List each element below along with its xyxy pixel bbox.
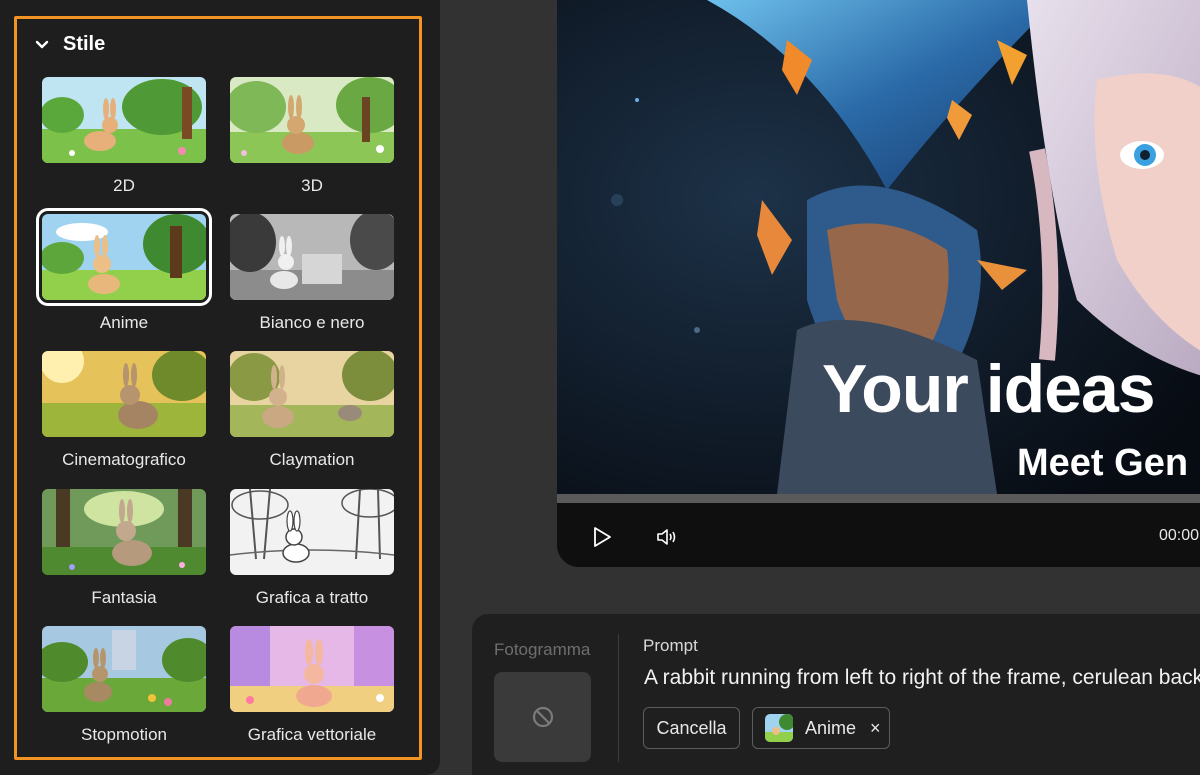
thumbnail-image: [36, 208, 212, 306]
video-headline: Your ideas: [822, 351, 1156, 427]
divider: [618, 634, 619, 762]
close-icon[interactable]: ×: [870, 718, 881, 739]
style-tile-2d[interactable]: 2D: [35, 77, 213, 196]
volume-icon[interactable]: [655, 525, 679, 549]
disabled-icon: [532, 706, 553, 728]
tile-label: Stopmotion: [81, 725, 167, 744]
tile-label: Cinematografico: [62, 450, 186, 469]
thumbnail-image: [230, 77, 394, 163]
section-title: Stile: [63, 33, 106, 55]
style-section: Stile 2D 3D Anime Bianco e nero Cinemato…: [14, 16, 422, 760]
video-time: 00:00: [1159, 527, 1200, 544]
tile-label: Grafica a tratto: [255, 588, 369, 607]
tile-label: Anime: [99, 313, 149, 332]
thumbnail-image: [42, 77, 206, 163]
style-tile-anime[interactable]: Anime: [35, 208, 213, 333]
tile-label: Bianco e nero: [259, 313, 365, 332]
thumbnail-image: [230, 626, 394, 712]
style-tile-bianco-e-nero[interactable]: Bianco e nero: [223, 214, 401, 333]
style-panel: Stile 2D 3D Anime Bianco e nero Cinemato…: [0, 0, 440, 775]
style-section-toggle[interactable]: Stile: [35, 33, 105, 56]
style-chip-anime[interactable]: Anime ×: [752, 707, 890, 749]
style-tile-cinematografico[interactable]: Cinematografico: [35, 351, 213, 470]
thumbnail-image: [230, 489, 394, 575]
tile-label: Claymation: [269, 450, 355, 469]
thumbnail-image: [42, 489, 206, 575]
style-tile-stopmotion[interactable]: Stopmotion: [35, 626, 213, 745]
thumbnail-image: [230, 351, 394, 437]
cancel-button[interactable]: Cancella: [643, 707, 740, 749]
tile-label: 3D: [301, 176, 323, 195]
chevron-down-icon: [35, 40, 49, 48]
tile-label: Fantasia: [91, 588, 157, 607]
prompt-input[interactable]: A rabbit running from left to right of t…: [644, 666, 1200, 690]
video-controls: 00:00: [557, 503, 1200, 567]
style-tile-fantasia[interactable]: Fantasia: [35, 489, 213, 608]
style-tile-claymation[interactable]: Claymation: [223, 351, 401, 470]
video-subheadline: Meet Gen: [1017, 442, 1189, 484]
style-tile-grafica-vettoriale[interactable]: Grafica vettoriale: [223, 626, 401, 745]
thumbnail-image: [42, 351, 206, 437]
style-chip-label: Anime: [805, 717, 857, 738]
frame-upload-box[interactable]: [494, 672, 591, 762]
prompt-panel: Fotogramma Prompt A rabbit running from …: [472, 614, 1200, 775]
tile-label: Grafica vettoriale: [247, 725, 377, 744]
frame-label: Fotogramma: [494, 640, 591, 659]
tile-label: 2D: [113, 176, 135, 195]
style-chip-thumbnail: [765, 714, 793, 742]
style-tile-grafica-a-tratto[interactable]: Grafica a tratto: [223, 489, 401, 608]
video-player[interactable]: Your ideas Meet Gen 00:00: [557, 0, 1200, 567]
style-tile-3d[interactable]: 3D: [223, 77, 401, 196]
video-progress-bar[interactable]: [557, 494, 1200, 503]
play-icon[interactable]: [590, 525, 614, 549]
prompt-label: Prompt: [643, 636, 698, 655]
thumbnail-image: [230, 214, 394, 300]
thumbnail-image: [42, 626, 206, 712]
